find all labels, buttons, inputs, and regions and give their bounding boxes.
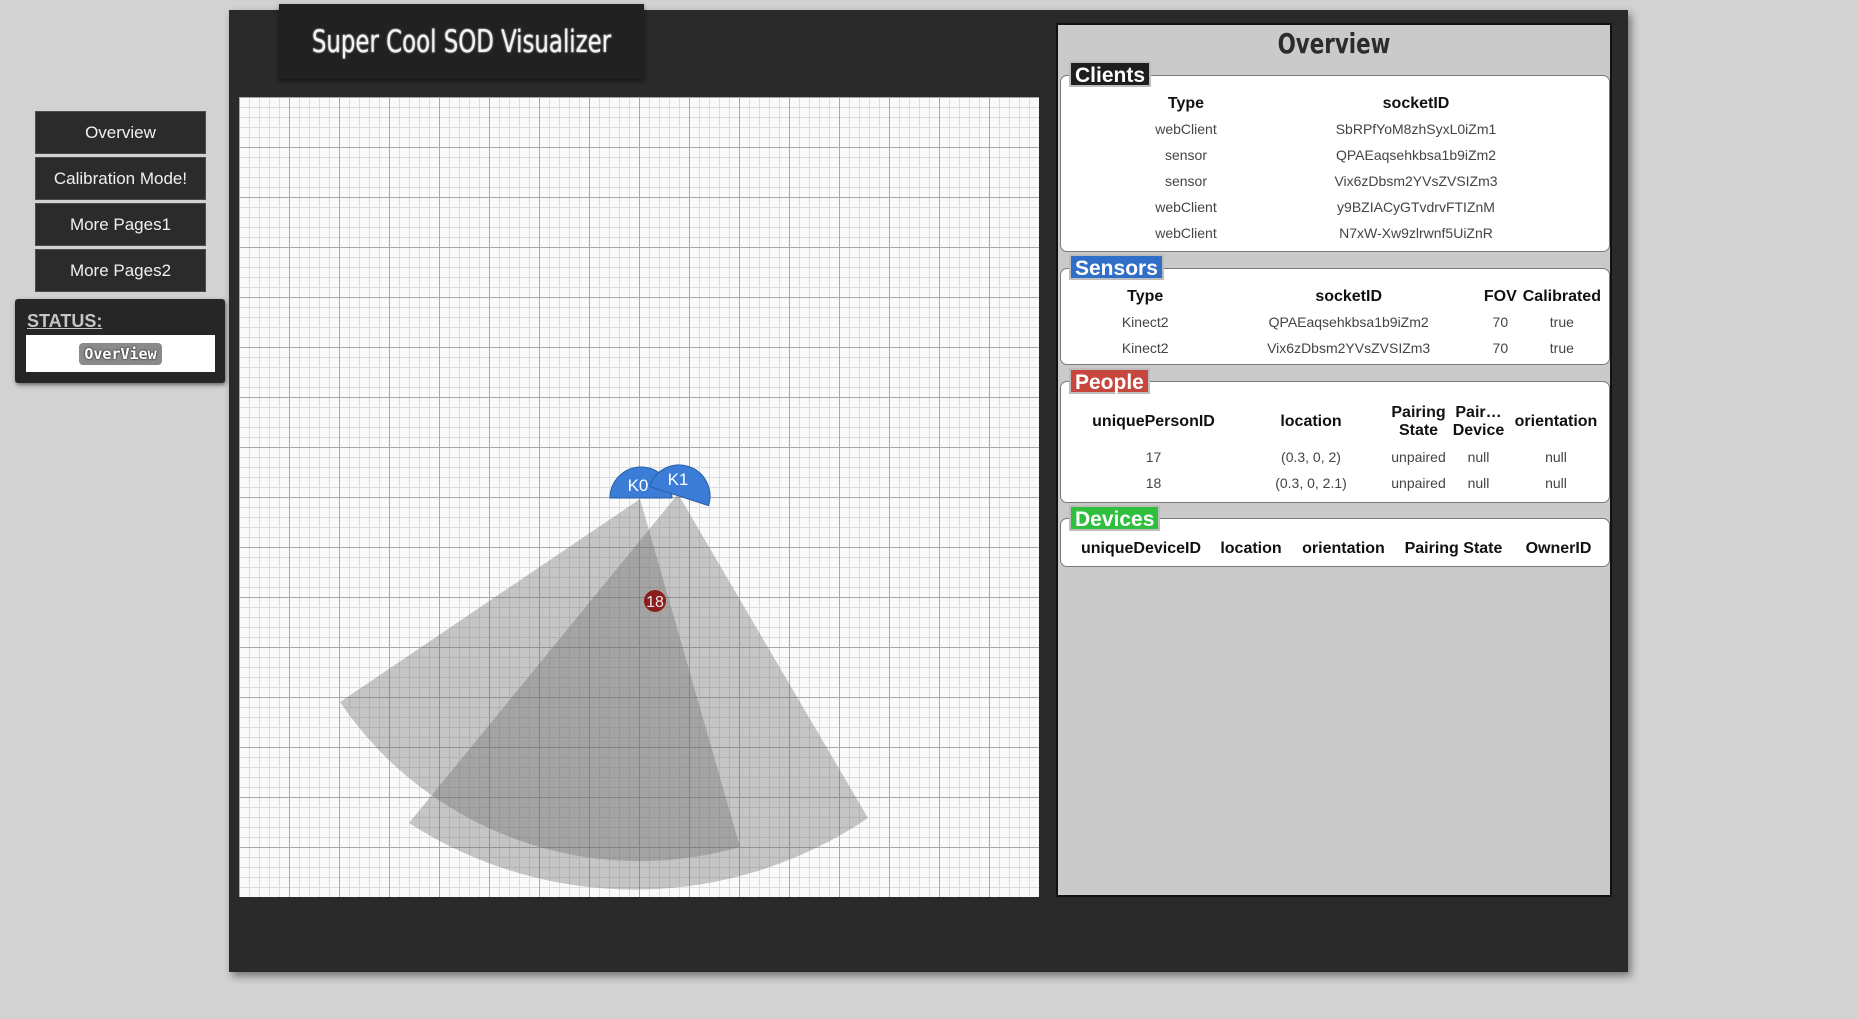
people-tag: People [1069,368,1150,394]
clients-section: Type socketID webClient SbRPfYoM8zhSyxL0… [1060,75,1610,252]
person-label: 18 [646,594,664,611]
person-pairing-state: unpaired [1391,449,1446,465]
sensors-tag: Sensors [1069,254,1164,280]
table-row[interactable]: 18 (0.3, 0, 2.1) unpaired null null [1071,470,1606,496]
table-row[interactable]: webClient SbRPfYoM8zhSyxL0iZm1 [1116,116,1576,142]
client-socketid: y9BZIACyGTvdrvFTIZnM [1337,199,1495,215]
client-type: webClient [1155,199,1217,215]
sensors-header-type: Type [1127,288,1164,305]
client-type: webClient [1155,121,1217,137]
nav-overview-button[interactable]: Overview [35,111,206,154]
sensor-k0-label: K0 [628,476,649,495]
sensor-type: Kinect2 [1121,340,1169,356]
people-header-pairing-state: Pairing State [1391,404,1446,439]
room-canvas[interactable]: K0 K1 18 [239,97,1039,897]
people-header-orientation: orientation [1514,413,1598,430]
sensors-header-calibrated: Calibrated [1522,288,1601,305]
person-id: 17 [1145,449,1162,465]
people-section: uniquePersonID location Pairing State Pa… [1060,381,1610,503]
devices-header-pairing-state: Pairing State [1404,540,1503,557]
table-row[interactable]: Kinect2 Vix6zDbsm2YVsZVSIZm3 70 true [1071,335,1601,361]
sensor-k1-label: K1 [668,470,689,489]
person-id: 18 [1145,475,1162,491]
nav-more-pages2-button[interactable]: More Pages2 [35,249,206,292]
person-location: (0.3, 0, 2.1) [1275,475,1347,491]
person-pairing-state: unpaired [1391,475,1446,491]
clients-tag: Clients [1069,61,1152,87]
sensor-calibrated: true [1549,340,1574,356]
app-title-box: Super Cool SOD Visualizer [279,4,644,79]
sensors-header-socketid: socketID [1315,288,1383,305]
people-header-paired-device: Pair… Device [1452,404,1505,439]
sensor-fov: 70 [1492,314,1509,330]
table-row[interactable]: 17 (0.3, 0, 2) unpaired null null [1071,444,1606,470]
devices-table: uniqueDeviceID location orientation Pair… [1071,537,1606,561]
sensors-table: Type socketID FOV Calibrated Kinect2 QPA… [1071,285,1601,361]
sensor-socketid: QPAEaqsehkbsa1b9iZm2 [1268,314,1429,330]
table-row[interactable]: sensor Vix6zDbsm2YVsZVSIZm3 [1116,168,1576,194]
people-table: uniquePersonID location Pairing State Pa… [1071,400,1606,496]
person-marker[interactable]: 18 [644,590,666,612]
devices-header-orientation: orientation [1302,540,1385,557]
table-row[interactable]: webClient y9BZIACyGTvdrvFTIZnM [1116,194,1576,220]
devices-header-owner: OwnerID [1525,540,1592,557]
devices-tag: Devices [1069,505,1161,531]
nav-calibration-button[interactable]: Calibration Mode! [35,157,206,200]
clients-header-socketid: socketID [1382,95,1450,112]
table-row[interactable]: sensor QPAEaqsehkbsa1b9iZm2 [1116,142,1576,168]
sensor-calibrated: true [1549,314,1574,330]
table-row[interactable]: webClient N7xW-Xw9zlrwnf5UiZnR [1116,220,1576,246]
people-header-location: location [1280,413,1342,430]
room-svg: K0 K1 18 [340,464,868,890]
client-socketid: QPAEaqsehkbsa1b9iZm2 [1335,147,1497,163]
client-socketid: Vix6zDbsm2YVsZVSIZm3 [1334,173,1498,189]
sensors-section: Type socketID FOV Calibrated Kinect2 QPA… [1060,268,1610,365]
app-title: Super Cool SOD Visualizer [311,23,612,60]
person-orientation: null [1545,475,1567,491]
people-header-id: uniquePersonID [1092,413,1215,430]
sensors-header-fov: FOV [1483,288,1517,305]
devices-header-location: location [1220,540,1282,557]
client-type: webClient [1155,225,1217,241]
person-orientation: null [1545,449,1567,465]
status-field: OverView [26,335,215,372]
person-paired-device: null [1467,449,1490,465]
person-location: (0.3, 0, 2) [1281,449,1341,465]
nav-more-pages1-button[interactable]: More Pages1 [35,203,206,246]
status-panel: STATUS: OverView [15,299,225,383]
person-paired-device: null [1467,475,1490,491]
client-type: sensor [1164,173,1208,189]
status-value: OverView [79,342,162,365]
table-row[interactable]: Kinect2 QPAEaqsehkbsa1b9iZm2 70 true [1071,309,1601,335]
devices-header-id: uniqueDeviceID [1080,540,1202,557]
clients-table: Type socketID webClient SbRPfYoM8zhSyxL0… [1116,92,1576,246]
client-type: sensor [1164,147,1208,163]
sensor-socketid: Vix6zDbsm2YVsZVSIZm3 [1267,340,1431,356]
sensor-fov: 70 [1492,340,1509,356]
status-label: STATUS: [27,311,103,331]
client-socketid: N7xW-Xw9zlrwnf5UiZnR [1339,225,1493,241]
overview-title: Overview [1277,27,1391,60]
client-socketid: SbRPfYoM8zhSyxL0iZm1 [1335,121,1497,137]
clients-header-type: Type [1167,95,1205,112]
sensor-type: Kinect2 [1121,314,1169,330]
